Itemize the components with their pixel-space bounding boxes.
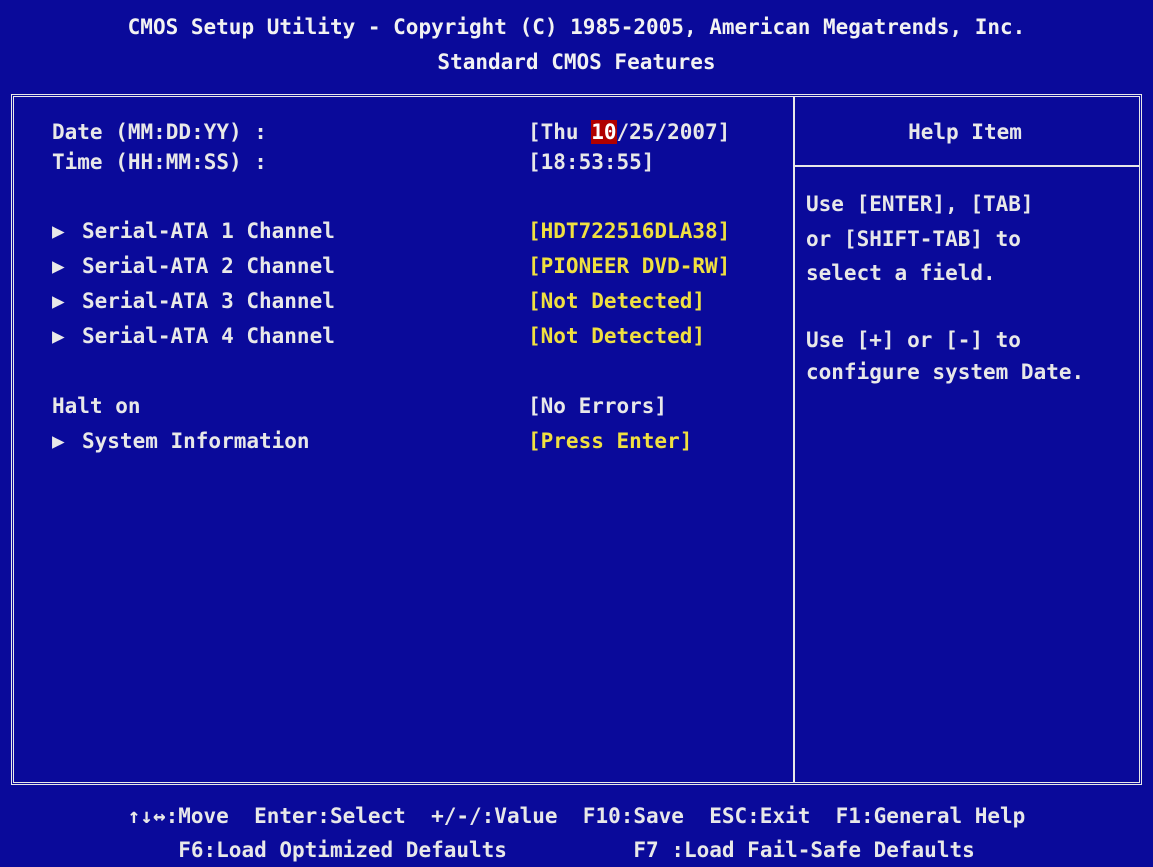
date-weekday: [Thu [528,120,592,144]
bios-screen: CMOS Setup Utility - Copyright (C) 1985-… [0,0,1153,867]
panel-divider [793,97,795,782]
sata4-label: Serial-ATA 4 Channel [82,324,335,348]
menu-item-sata1[interactable]: ▶ Serial-ATA 1 Channel [52,217,335,245]
header: CMOS Setup Utility - Copyright (C) 1985-… [0,0,1153,86]
halt-on-label: Halt on [52,394,141,418]
sata4-value[interactable]: [Not Detected] [528,322,705,350]
help-line: or [SHIFT-TAB] to [806,227,1021,251]
date-month-selected[interactable]: 10 [591,120,617,144]
date-value[interactable]: [Thu 10/25/2007] [528,118,730,146]
submenu-arrow-icon: ▶ [52,429,65,453]
help-line: Use [ENTER], [TAB] [806,192,1034,216]
menu-item-sata2[interactable]: ▶ Serial-ATA 2 Channel [52,252,335,280]
key-legend: ↑↓↔:Move Enter:Select +/-/:Value F10:Sav… [127,804,1026,828]
date-rest[interactable]: /25/2007] [617,120,731,144]
halt-on-value[interactable]: [No Errors] [528,392,667,420]
help-line: select a field. [806,261,996,285]
sata2-label: Serial-ATA 2 Channel [82,254,335,278]
sata1-label: Serial-ATA 1 Channel [82,219,335,243]
sata1-value[interactable]: [HDT722516DLA38] [528,217,730,245]
help-line: Use [+] or [-] to [806,328,1021,352]
system-information-label: System Information [82,429,310,453]
menu-item-sata4[interactable]: ▶ Serial-ATA 4 Channel [52,322,335,350]
submenu-arrow-icon: ▶ [52,254,65,278]
utility-title: CMOS Setup Utility - Copyright (C) 1985-… [127,15,1026,39]
submenu-arrow-icon: ▶ [52,289,65,313]
system-information-value[interactable]: [Press Enter] [528,427,692,455]
menu-item-system-information[interactable]: ▶ System Information [52,427,310,455]
time-value[interactable]: [18:53:55] [528,148,654,176]
sata3-label: Serial-ATA 3 Channel [82,289,335,313]
submenu-arrow-icon: ▶ [52,219,65,243]
page-title: Standard CMOS Features [437,50,716,74]
help-line: configure system Date. [806,360,1085,384]
date-label: Date (MM:DD:YY) : [52,120,267,144]
key-legend-defaults: F6:Load Optimized Defaults F7 :Load Fail… [178,838,975,862]
time-label: Time (HH:MM:SS) : [52,150,267,174]
sata2-value[interactable]: [PIONEER DVD-RW] [528,252,730,280]
help-title: Help Item [908,120,1022,144]
help-separator [795,165,1139,167]
sata3-value[interactable]: [Not Detected] [528,287,705,315]
submenu-arrow-icon: ▶ [52,324,65,348]
menu-item-sata3[interactable]: ▶ Serial-ATA 3 Channel [52,287,335,315]
